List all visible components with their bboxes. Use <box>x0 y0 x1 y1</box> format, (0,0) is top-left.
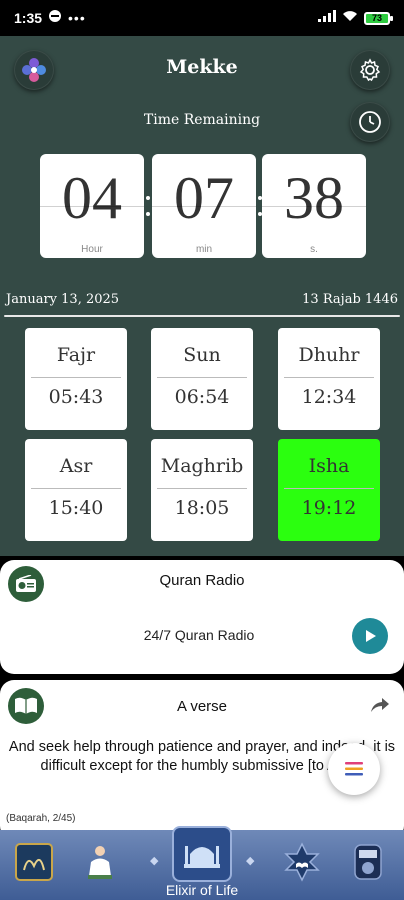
prayer-time: 12:34 <box>301 386 357 408</box>
nav-label: Elixir of Life <box>165 882 239 898</box>
notification-icon <box>48 9 62 28</box>
share-button[interactable] <box>370 696 390 719</box>
battery-icon: 73 <box>364 11 393 25</box>
seconds-unit: s. <box>310 244 318 255</box>
alarm-button[interactable] <box>350 102 390 142</box>
status-bar: 1:35 ••• 73 <box>0 0 404 36</box>
prayer-times-panel: Mekke Time Remaining 04 Hour 07 min 38 s… <box>0 36 404 556</box>
hours-value: 04 <box>62 165 122 231</box>
colon-separator <box>144 194 152 218</box>
radio-title: Quran Radio <box>159 572 245 589</box>
menu-fab-button[interactable] <box>328 743 380 795</box>
prayer-card-isha[interactable]: Isha 19:12 <box>278 439 380 541</box>
verse-title: A verse <box>176 698 228 715</box>
time-remaining-label: Time Remaining <box>143 112 261 128</box>
play-button[interactable] <box>352 618 388 654</box>
prayer-time: 06:54 <box>174 386 230 408</box>
date-row: January 13, 2025 13 Rajab 1446 <box>6 292 398 307</box>
nav-quran[interactable] <box>280 840 324 884</box>
minutes-unit: min <box>195 244 213 255</box>
counter-icon <box>354 844 382 880</box>
quran-star-icon <box>284 842 320 882</box>
seconds-value: 38 <box>284 165 344 231</box>
minutes-card: 07 min <box>152 154 256 258</box>
prayer-time: 19:12 <box>301 497 357 519</box>
prayer-name: Dhuhr <box>298 344 360 366</box>
prayer-name: Isha <box>308 455 350 477</box>
prayer-card-maghrib[interactable]: Maghrib 18:05 <box>151 439 253 541</box>
prayer-card-fajr[interactable]: Fajr 05:43 <box>25 328 127 430</box>
nav-tasbih-counter[interactable] <box>346 840 390 884</box>
nav-allah-names[interactable] <box>12 840 56 884</box>
minutes-value: 07 <box>174 165 234 231</box>
menu-lines-icon <box>345 762 363 776</box>
share-icon <box>371 698 389 712</box>
prayer-time: 15:40 <box>48 497 104 519</box>
radio-subtitle: 24/7 Quran Radio <box>143 627 255 643</box>
prayer-name: Maghrib <box>160 455 244 477</box>
hours-unit: Hour <box>81 244 103 255</box>
gear-icon <box>359 58 381 82</box>
nav-elixir-of-life[interactable] <box>172 826 232 882</box>
nav-prayer-guide[interactable] <box>78 840 122 884</box>
nav-right-arrow: ◆ <box>246 855 255 867</box>
settings-button[interactable] <box>350 50 390 90</box>
hijri-date: 13 Rajab 1446 <box>302 292 398 307</box>
mosque-icon <box>184 846 220 868</box>
signal-icon <box>318 9 336 27</box>
bottom-navigation: ◆ ◆ Elixir of Life <box>0 826 404 900</box>
allah-calligraphy-icon <box>15 843 53 881</box>
prayer-name: Sun <box>183 344 221 366</box>
prayer-card-sun[interactable]: Sun 06:54 <box>151 328 253 430</box>
city-name: Mekke <box>166 56 238 78</box>
clock-icon <box>359 111 381 133</box>
prayer-time: 18:05 <box>174 497 230 519</box>
nav-left-arrow: ◆ <box>150 855 159 867</box>
quran-radio-card[interactable]: Quran Radio 24/7 Quran Radio <box>0 560 404 674</box>
gregorian-date: January 13, 2025 <box>6 292 120 307</box>
more-notifications-icon: ••• <box>68 10 86 26</box>
hours-card: 04 Hour <box>40 154 144 258</box>
wifi-icon <box>342 9 358 27</box>
seconds-card: 38 s. <box>262 154 366 258</box>
prayer-name: Fajr <box>56 344 96 366</box>
prayer-card-dhuhr[interactable]: Dhuhr 12:34 <box>278 328 380 430</box>
countdown-timer: 04 Hour 07 min 38 s. <box>40 154 366 258</box>
play-icon <box>366 630 376 642</box>
prayer-time: 05:43 <box>48 386 104 408</box>
status-time: 1:35 <box>14 10 43 26</box>
prayer-name: Asr <box>59 455 93 477</box>
divider <box>4 315 400 317</box>
prayer-card-asr[interactable]: Asr 15:40 <box>25 439 127 541</box>
praying-man-icon <box>88 846 112 879</box>
verse-reference: (Baqarah, 2/45) <box>6 813 76 824</box>
